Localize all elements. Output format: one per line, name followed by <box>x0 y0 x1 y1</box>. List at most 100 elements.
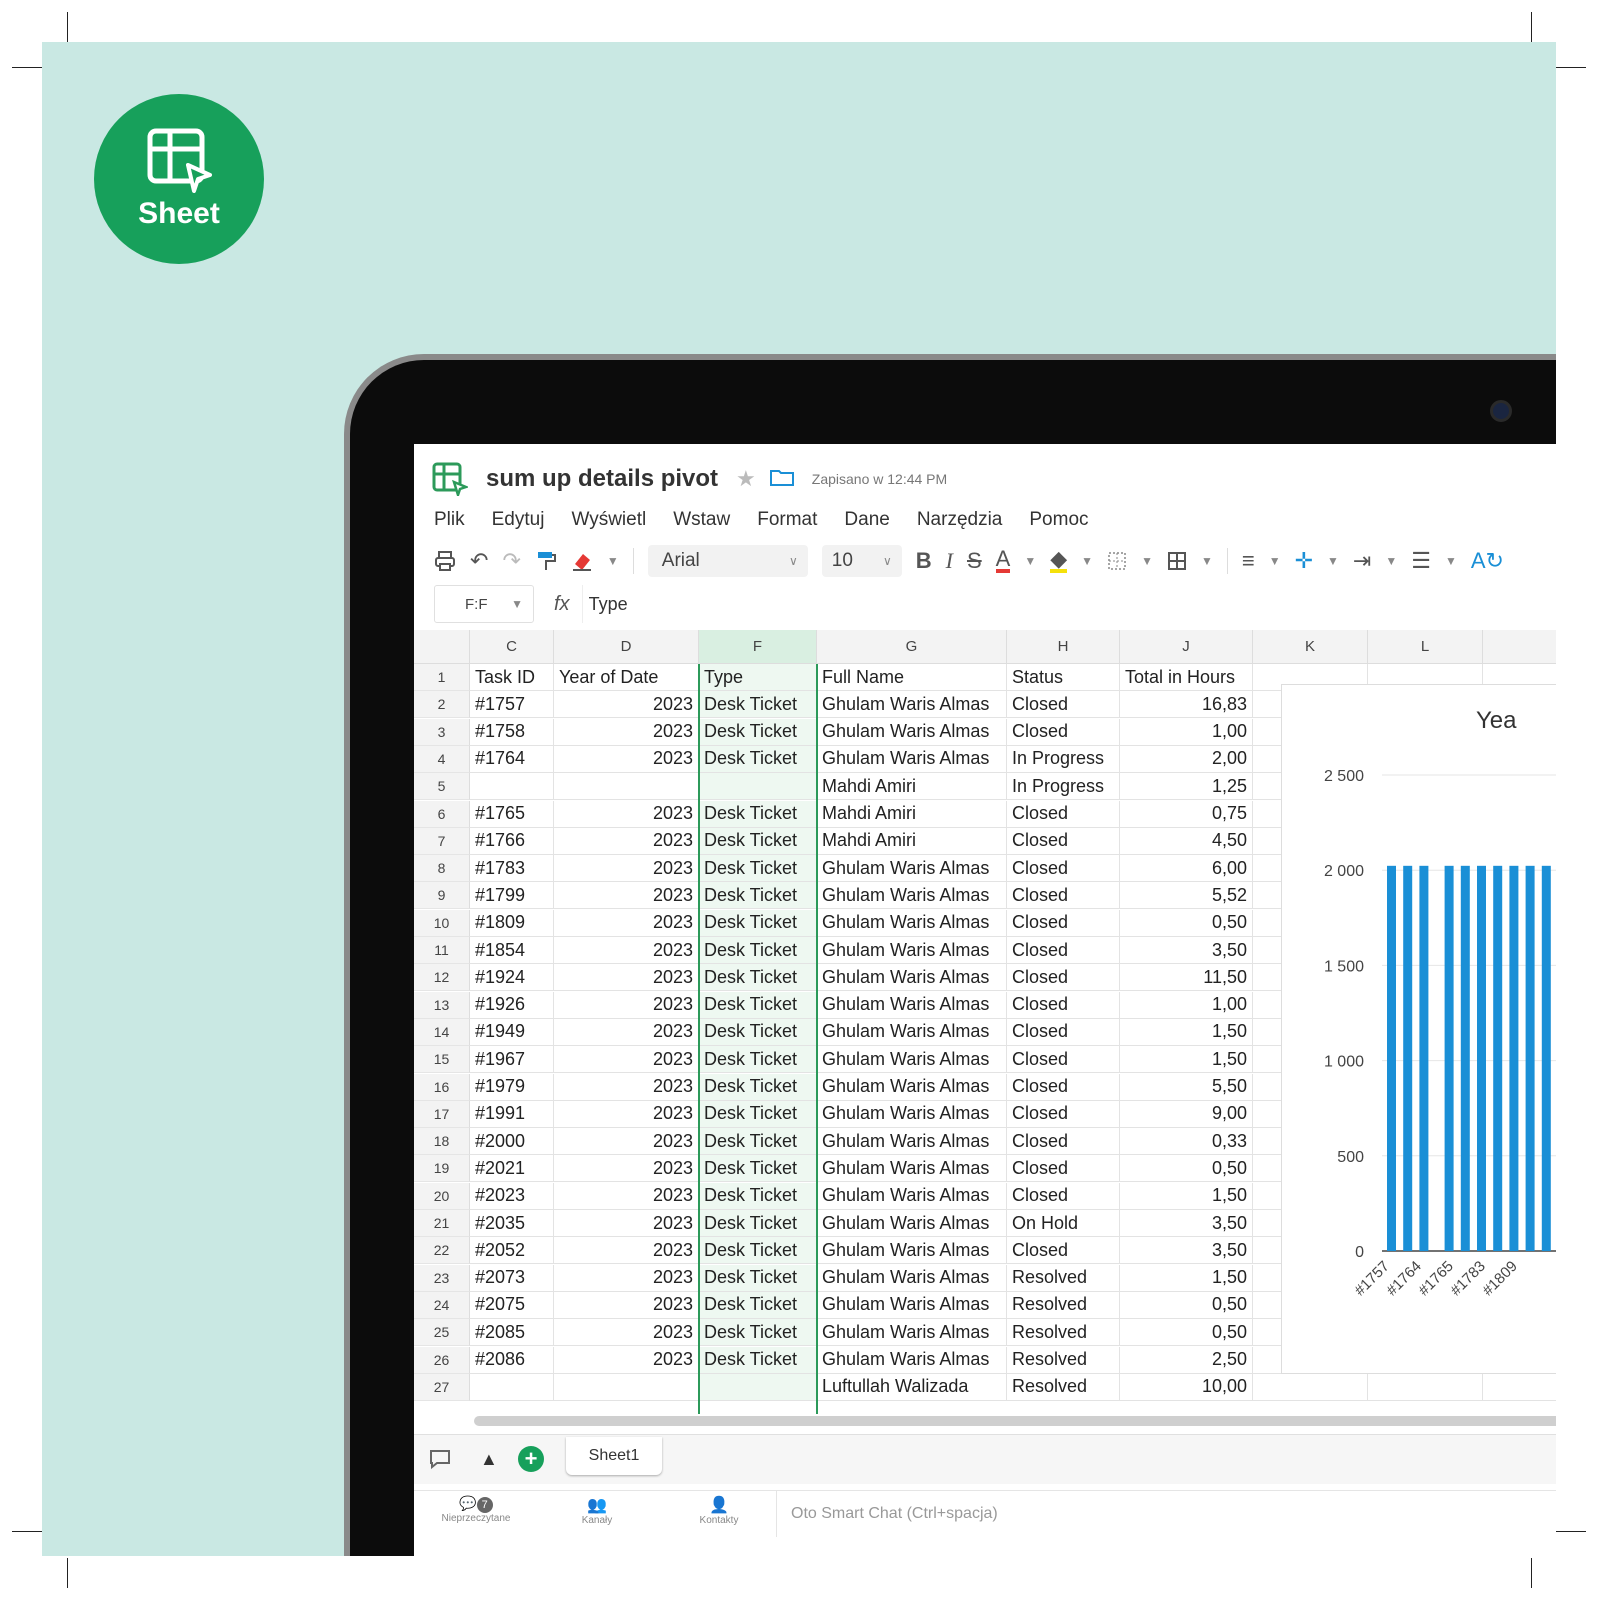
column-header-k[interactable]: K <box>1253 630 1368 664</box>
chevron-down-icon[interactable]: ▼ <box>1141 554 1153 568</box>
cell-status[interactable]: In Progress <box>1007 773 1120 801</box>
cell-type[interactable]: Desk Ticket <box>699 1264 817 1292</box>
cell-year[interactable] <box>554 1373 699 1401</box>
cell-status[interactable]: Closed <box>1007 1046 1120 1074</box>
formula-input[interactable]: Type <box>581 585 1556 623</box>
cell-type[interactable]: Desk Ticket <box>699 691 817 719</box>
cell-status[interactable]: Closed <box>1007 800 1120 828</box>
chart-bar[interactable] <box>1444 865 1454 1251</box>
column-header-d[interactable]: D <box>554 630 699 664</box>
redo-icon[interactable]: ↷ <box>502 548 520 574</box>
cell-type[interactable]: Desk Ticket <box>699 1128 817 1156</box>
unread-button[interactable]: 💬 7 Nieprzeczytane <box>436 1495 516 1524</box>
cell-total-hours[interactable]: 0,33 <box>1120 1128 1253 1156</box>
cell-year[interactable]: 2023 <box>554 800 699 828</box>
cell-type[interactable]: Desk Ticket <box>699 991 817 1019</box>
cell-total-hours[interactable]: 1,50 <box>1120 1018 1253 1046</box>
cell-task-id[interactable] <box>470 1373 554 1401</box>
cell-task-id[interactable]: #1991 <box>470 1100 554 1128</box>
comment-icon[interactable] <box>428 1448 452 1475</box>
cell-year[interactable]: 2023 <box>554 991 699 1019</box>
cell-full-name[interactable]: Ghulam Waris Almas <box>817 937 1007 964</box>
cell-status[interactable]: Closed <box>1007 1155 1120 1183</box>
menu-insert[interactable]: Wstaw <box>673 509 730 531</box>
row-header[interactable]: 12 <box>414 964 470 992</box>
row-header[interactable]: 25 <box>414 1319 470 1347</box>
add-sheet-icon[interactable]: + <box>518 1446 544 1472</box>
cell-full-name[interactable]: Luftullah Walizada <box>817 1373 1007 1401</box>
chevron-down-icon[interactable]: ▼ <box>607 554 619 568</box>
row-header[interactable]: 11 <box>414 937 470 964</box>
cell-full-name[interactable]: Mahdi Amiri <box>817 827 1007 855</box>
cell-full-name[interactable]: Ghulam Waris Almas <box>817 1182 1007 1210</box>
cell-year[interactable]: 2023 <box>554 964 699 992</box>
cell-type[interactable]: Desk Ticket <box>699 800 817 828</box>
merge-cells-icon[interactable] <box>1167 551 1187 571</box>
cell-task-id[interactable]: #1967 <box>470 1046 554 1074</box>
cell-total-hours[interactable]: 11,50 <box>1120 964 1253 992</box>
cell-status[interactable]: Closed <box>1007 991 1120 1019</box>
folder-icon[interactable] <box>769 468 794 491</box>
font-size-select[interactable]: 10 ∨ <box>821 545 902 577</box>
cell-full-name[interactable]: Ghulam Waris Almas <box>817 882 1007 910</box>
row-header[interactable]: 4 <box>414 745 470 773</box>
cell-type[interactable]: Desk Ticket <box>699 718 817 746</box>
cell-total-hours[interactable]: 1,00 <box>1120 991 1253 1019</box>
column-header-j[interactable]: J <box>1120 630 1253 664</box>
cell-total-hours[interactable]: 3,50 <box>1120 937 1253 964</box>
column-header-h[interactable]: H <box>1007 630 1120 664</box>
cell-type[interactable] <box>699 1373 817 1401</box>
cell-total-hours[interactable]: 4,50 <box>1120 827 1253 855</box>
cell-task-id[interactable] <box>470 773 554 801</box>
cell-status[interactable]: Resolved <box>1007 1346 1120 1374</box>
cell-full-name[interactable]: Ghulam Waris Almas <box>817 745 1007 773</box>
cell-year[interactable]: 2023 <box>554 937 699 964</box>
cell-full-name[interactable]: Ghulam Waris Almas <box>817 1210 1007 1237</box>
cell-type[interactable]: Desk Ticket <box>699 1073 817 1101</box>
menu-data[interactable]: Dane <box>844 509 889 531</box>
chart-bar[interactable] <box>1387 865 1396 1251</box>
row-header[interactable]: 17 <box>414 1100 470 1128</box>
cell-type[interactable]: Desk Ticket <box>699 827 817 855</box>
triangle-up-icon[interactable]: ▲ <box>480 1449 498 1470</box>
cell-type[interactable]: Desk Ticket <box>699 1346 817 1374</box>
cell-total-hours[interactable]: 1,50 <box>1120 1264 1253 1292</box>
row-header[interactable]: 19 <box>414 1155 470 1183</box>
cell-total-hours[interactable]: 0,50 <box>1120 1291 1253 1319</box>
cell-year[interactable]: 2023 <box>554 1182 699 1210</box>
cell-task-id[interactable]: #2075 <box>470 1291 554 1319</box>
row-header[interactable]: 21 <box>414 1210 470 1237</box>
column-header-l[interactable]: L <box>1368 630 1483 664</box>
cell-year[interactable]: 2023 <box>554 827 699 855</box>
cell-status[interactable]: Resolved <box>1007 1319 1120 1347</box>
print-icon[interactable] <box>434 550 456 572</box>
cell-year[interactable]: 2023 <box>554 1210 699 1237</box>
cell-total-hours[interactable]: 10,00 <box>1120 1373 1253 1401</box>
cell-year[interactable]: 2023 <box>554 1073 699 1101</box>
cell-task-id[interactable]: #1949 <box>470 1018 554 1046</box>
cell-type[interactable]: Desk Ticket <box>699 1018 817 1046</box>
text-color-icon[interactable]: A <box>995 548 1011 573</box>
cell-total-hours[interactable]: 5,50 <box>1120 1073 1253 1101</box>
cell-type[interactable]: Desk Ticket <box>699 937 817 964</box>
menu-format[interactable]: Format <box>757 509 817 531</box>
chevron-down-icon[interactable]: ▼ <box>1201 554 1213 568</box>
cell-total-hours[interactable]: 2,00 <box>1120 745 1253 773</box>
cell-task-id[interactable]: #1766 <box>470 827 554 855</box>
cell-year[interactable]: 2023 <box>554 855 699 883</box>
cell-task-id[interactable]: #2052 <box>470 1237 554 1265</box>
header-cell-full-name[interactable]: Full Name <box>817 664 1007 691</box>
cell-full-name[interactable]: Ghulam Waris Almas <box>817 1346 1007 1374</box>
cell-status[interactable]: Closed <box>1007 882 1120 910</box>
cell-total-hours[interactable]: 9,00 <box>1120 1100 1253 1128</box>
borders-icon[interactable] <box>1107 551 1127 571</box>
indent-icon[interactable]: ⇥ <box>1353 548 1371 574</box>
horizontal-scrollbar[interactable] <box>474 1416 1556 1426</box>
cell-year[interactable]: 2023 <box>554 1346 699 1374</box>
menu-view[interactable]: Wyświetl <box>571 509 646 531</box>
chart-bar[interactable] <box>1541 865 1551 1251</box>
name-box[interactable]: F:F ▼ <box>434 585 534 623</box>
cell-year[interactable]: 2023 <box>554 1155 699 1183</box>
cell-task-id[interactable]: #1854 <box>470 937 554 964</box>
cell-task-id[interactable]: #1924 <box>470 964 554 992</box>
